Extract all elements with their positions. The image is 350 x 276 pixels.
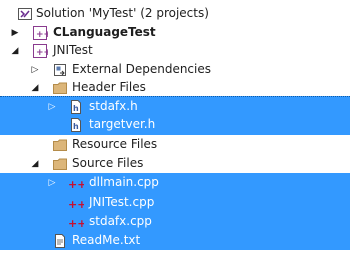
svg-text:++: ++ [68, 217, 84, 230]
file-node-jnitest-cpp[interactable]: ++ JNITest.cpp [0, 193, 350, 212]
folder-icon [52, 137, 68, 153]
file-label: stdafx.cpp [89, 214, 152, 228]
folder-label: Header Files [72, 80, 146, 94]
expand-arrow-icon[interactable]: ▶ [9, 23, 21, 42]
file-label: JNITest.cpp [89, 195, 155, 209]
cpp-file-icon: ++ [68, 195, 84, 211]
expand-arrow-icon[interactable]: ▷ [46, 97, 58, 116]
svg-text:h: h [73, 122, 79, 131]
file-node-readme-txt[interactable]: ReadMe.txt [0, 231, 350, 250]
project-label: JNITest [53, 43, 93, 57]
file-label: stdafx.h [89, 99, 138, 113]
collapse-arrow-icon[interactable]: ◢ [29, 154, 41, 173]
folder-label: External Dependencies [72, 62, 212, 76]
file-label: dllmain.cpp [89, 175, 159, 189]
folder-node-external-dependencies[interactable]: ▷ External Dependencies [0, 60, 350, 79]
external-dependencies-icon [52, 62, 68, 78]
expand-arrow-icon[interactable]: ▷ [46, 173, 58, 192]
cpp-file-icon: ++ [68, 214, 84, 230]
solution-explorer-tree: Solution 'MyTest' (2 projects) ▶ ++ CLan… [0, 0, 350, 276]
header-file-icon: h [68, 99, 84, 115]
file-node-dllmain-cpp[interactable]: ▷ ++ dllmain.cpp [0, 173, 350, 193]
project-label: CLanguageTest [53, 25, 156, 39]
file-label: targetver.h [89, 117, 156, 131]
folder-icon [52, 156, 68, 172]
project-node-jnitest[interactable]: ◢ ++ JNITest [0, 41, 350, 60]
cpp-file-icon: ++ [68, 175, 84, 191]
collapse-arrow-icon[interactable]: ◢ [29, 78, 41, 97]
svg-text:h: h [73, 104, 79, 113]
file-node-stdafx-h[interactable]: ▷ h stdafx.h [0, 96, 350, 115]
cpp-project-icon: ++ [32, 25, 48, 41]
folder-node-resource-files[interactable]: Resource Files [0, 135, 350, 154]
file-label: ReadMe.txt [72, 233, 141, 247]
header-file-icon: h [68, 117, 84, 133]
text-file-icon [52, 233, 68, 249]
folder-node-header-files[interactable]: ◢ Header Files [0, 78, 350, 97]
folder-node-source-files[interactable]: ◢ Source Files [0, 154, 350, 173]
svg-text:++: ++ [68, 178, 84, 191]
svg-text:++: ++ [36, 30, 48, 40]
solution-icon [17, 6, 33, 22]
solution-label: Solution 'MyTest' (2 projects) [36, 6, 209, 20]
solution-node[interactable]: Solution 'MyTest' (2 projects) [0, 4, 350, 23]
svg-text:++: ++ [36, 48, 48, 58]
svg-text:++: ++ [68, 198, 84, 211]
expand-arrow-icon[interactable]: ▷ [29, 60, 41, 79]
folder-label: Resource Files [72, 137, 158, 151]
cpp-project-icon: ++ [32, 43, 48, 59]
collapse-arrow-icon[interactable]: ◢ [9, 41, 21, 60]
file-node-stdafx-cpp[interactable]: ++ stdafx.cpp [0, 212, 350, 231]
project-node-clanguagetest[interactable]: ▶ ++ CLanguageTest [0, 23, 350, 42]
folder-label: Source Files [72, 156, 144, 170]
folder-icon [52, 80, 68, 96]
file-node-targetver-h[interactable]: h targetver.h [0, 115, 350, 135]
